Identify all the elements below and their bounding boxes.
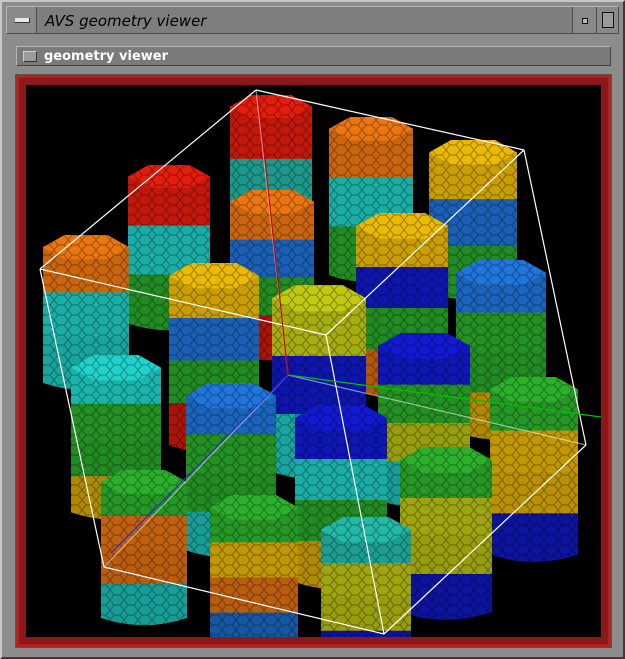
geometry-viewport[interactable] — [26, 85, 601, 637]
panel-header[interactable]: geometry viewer — [16, 46, 611, 66]
panel-label: geometry viewer — [44, 49, 169, 64]
maximize-icon[interactable] — [596, 7, 618, 33]
panel-toggle-icon[interactable] — [23, 51, 37, 62]
viewport-frame — [15, 74, 612, 648]
app-window: AVS geometry viewer geometry viewer — [0, 0, 625, 659]
minimize-icon[interactable] — [572, 7, 596, 33]
scene-render[interactable] — [26, 85, 601, 637]
hex-pillar — [210, 495, 298, 637]
title-bar[interactable]: AVS geometry viewer — [6, 6, 619, 34]
hex-pillar — [400, 447, 492, 620]
window-title: AVS geometry viewer — [45, 12, 207, 30]
hex-pillar — [321, 517, 411, 637]
window-menu-icon[interactable] — [7, 7, 37, 33]
hex-pillar — [490, 377, 578, 563]
